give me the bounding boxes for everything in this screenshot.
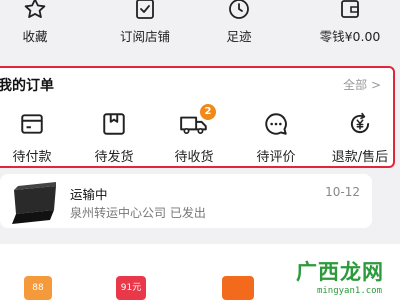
- wallet-icon: [300, 0, 400, 22]
- order-label: 待评价: [256, 150, 296, 165]
- card-icon: [0, 108, 70, 140]
- order-pending-payment[interactable]: 待付款: [0, 108, 70, 165]
- logistics-status: 运输中: [70, 187, 108, 202]
- promo-box-icon[interactable]: [222, 276, 254, 300]
- my-orders-card: 我的订单 全部 > 待付款 待发货 2 待收货 待评价 退款/售后: [0, 66, 395, 168]
- order-pending-receipt[interactable]: 2 待收货: [156, 104, 232, 165]
- order-pending-shipment[interactable]: 待发货: [76, 108, 152, 165]
- quick-link-favorites[interactable]: 收藏: [0, 0, 80, 45]
- orders-title: 我的订单: [0, 78, 54, 94]
- quick-link-label: 收藏: [22, 29, 48, 44]
- subscribe-icon: [100, 0, 190, 22]
- quick-link-history[interactable]: 足迹: [194, 0, 284, 45]
- quick-links-row: 收藏 订阅店铺 足迹 零钱¥0.00: [0, 0, 400, 58]
- order-refund-aftersales[interactable]: 退款/售后: [322, 108, 398, 165]
- quick-link-subscribed-shops[interactable]: 订阅店铺: [100, 0, 190, 45]
- order-label: 待发货: [94, 150, 134, 165]
- product-thumbnail: [10, 180, 60, 224]
- order-label: 待收货: [174, 150, 214, 165]
- order-pending-review[interactable]: 待评价: [238, 108, 314, 165]
- order-label: 待付款: [12, 150, 52, 165]
- comment-icon: [238, 108, 314, 140]
- promo-coupon-icon[interactable]: 91元: [116, 276, 146, 300]
- quick-link-label: 足迹: [226, 29, 252, 44]
- clock-icon: [194, 0, 284, 22]
- logistics-date: 10-12: [325, 185, 360, 199]
- watermark-url: mingyan1.com: [316, 286, 382, 296]
- order-label: 退款/售后: [331, 150, 389, 165]
- logistics-detail: 泉州转运中心公司 已发出: [70, 206, 206, 220]
- package-icon: [76, 108, 152, 140]
- quick-link-wallet[interactable]: 零钱¥0.00: [300, 0, 400, 45]
- star-icon: [0, 0, 80, 22]
- watermark-logo: 广西龙网: [296, 260, 384, 284]
- promo-88-icon[interactable]: 88: [24, 276, 52, 300]
- order-count-badge: 2: [200, 104, 216, 120]
- truck-icon: 2: [156, 104, 232, 140]
- refund-icon: [322, 108, 398, 140]
- orders-all-link[interactable]: 全部 >: [343, 76, 381, 93]
- quick-link-label: 零钱¥0.00: [319, 29, 381, 44]
- quick-link-label: 订阅店铺: [119, 29, 170, 44]
- logistics-card[interactable]: 运输中 10-12 泉州转运中心公司 已发出: [0, 174, 372, 228]
